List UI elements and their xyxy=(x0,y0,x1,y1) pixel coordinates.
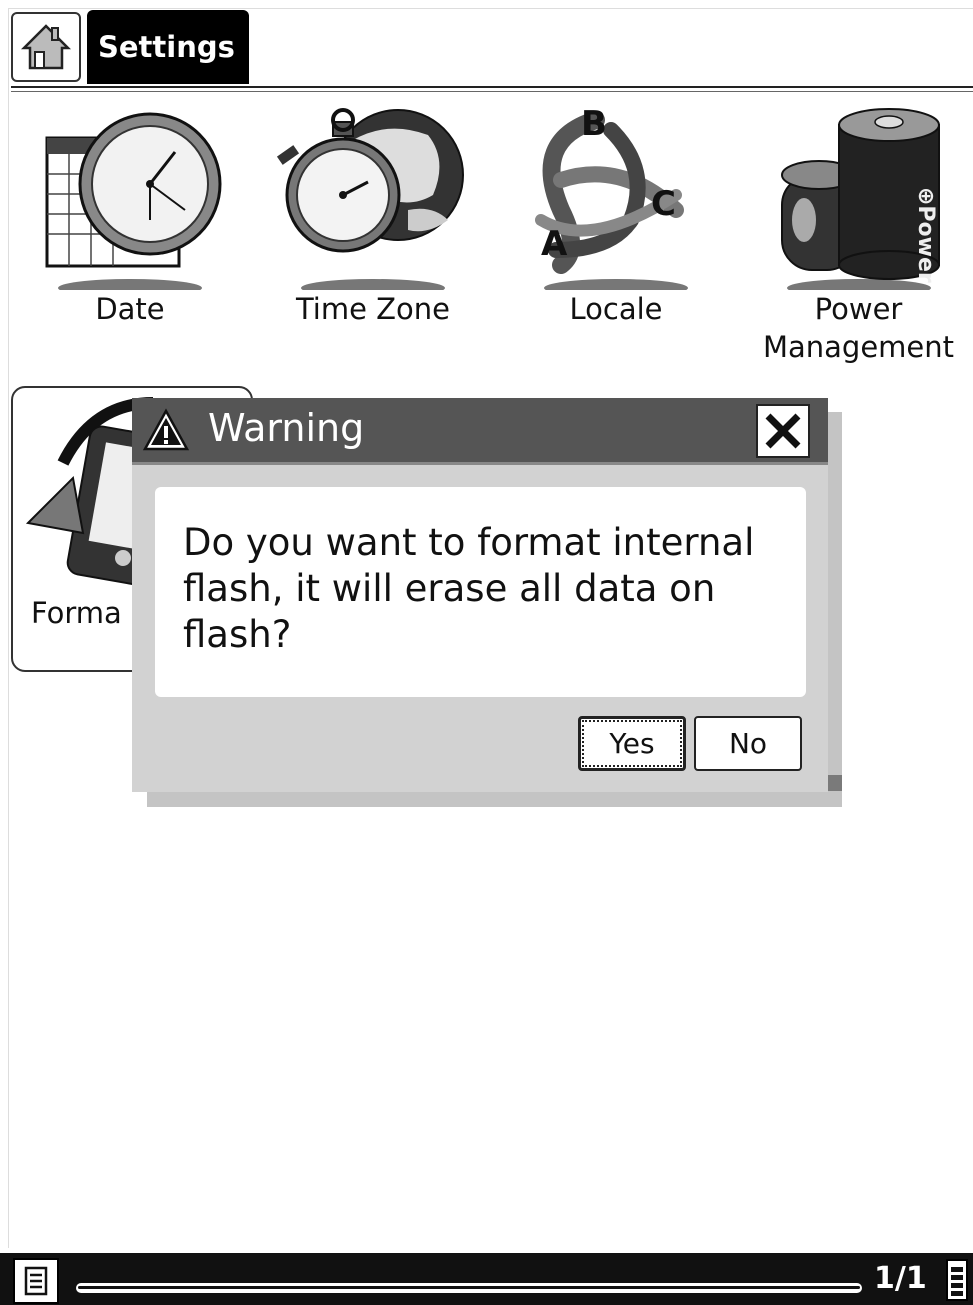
home-button[interactable] xyxy=(11,12,81,82)
locale-abc-icon: B C A xyxy=(535,104,688,290)
tile-locale-label: Locale xyxy=(569,292,663,326)
close-icon xyxy=(765,413,801,449)
warning-icon xyxy=(142,408,190,451)
tile-time-zone[interactable]: Time Zone xyxy=(258,100,488,328)
page-progress-bar[interactable] xyxy=(76,1283,862,1293)
yes-button[interactable]: Yes xyxy=(578,716,686,771)
menu-icon xyxy=(24,1266,48,1296)
time-zone-globe-icon xyxy=(276,108,464,290)
status-bar: 1/1 xyxy=(0,1253,973,1305)
dialog-resize-handle xyxy=(828,775,842,791)
header-divider xyxy=(11,86,973,92)
no-button-label: No xyxy=(728,727,768,760)
warning-dialog: Warning Do you want to format internal f… xyxy=(132,398,842,792)
date-clock-icon xyxy=(45,112,222,290)
tile-format-label: Forma xyxy=(31,596,122,630)
screen-edge-top xyxy=(8,8,973,9)
screen-edge-left xyxy=(8,8,9,1248)
home-icon xyxy=(21,24,71,70)
tile-time-zone-label: Time Zone xyxy=(295,292,451,326)
power-battery-icon: ⊕Power xyxy=(781,108,940,290)
svg-text:C: C xyxy=(651,184,676,224)
dialog-title: Warning xyxy=(208,406,365,450)
page-progress-fill xyxy=(78,1286,860,1289)
yes-button-label: Yes xyxy=(609,727,655,760)
no-button[interactable]: No xyxy=(694,716,802,771)
tab-settings[interactable]: Settings xyxy=(87,10,249,84)
tile-date[interactable]: Date xyxy=(15,100,245,328)
dialog-message: Do you want to format internal flash, it… xyxy=(183,521,755,656)
svg-text:A: A xyxy=(541,224,568,264)
page-number: 1/1 xyxy=(874,1261,927,1296)
tile-power-management[interactable]: ⊕Power Power Management xyxy=(744,100,973,366)
tab-settings-label: Settings xyxy=(98,30,235,64)
menu-button[interactable] xyxy=(13,1258,59,1304)
tile-date-label: Date xyxy=(95,292,165,326)
dialog-message-box: Do you want to format internal flash, it… xyxy=(155,487,806,697)
dialog-header: Warning xyxy=(132,398,828,465)
svg-text:⊕Power: ⊕Power xyxy=(913,187,938,283)
tile-locale[interactable]: B C A Locale xyxy=(501,100,731,328)
tile-power-management-label: Power Management xyxy=(762,292,955,364)
battery-icon xyxy=(946,1259,968,1301)
close-button[interactable] xyxy=(756,404,810,458)
svg-text:B: B xyxy=(581,104,607,144)
